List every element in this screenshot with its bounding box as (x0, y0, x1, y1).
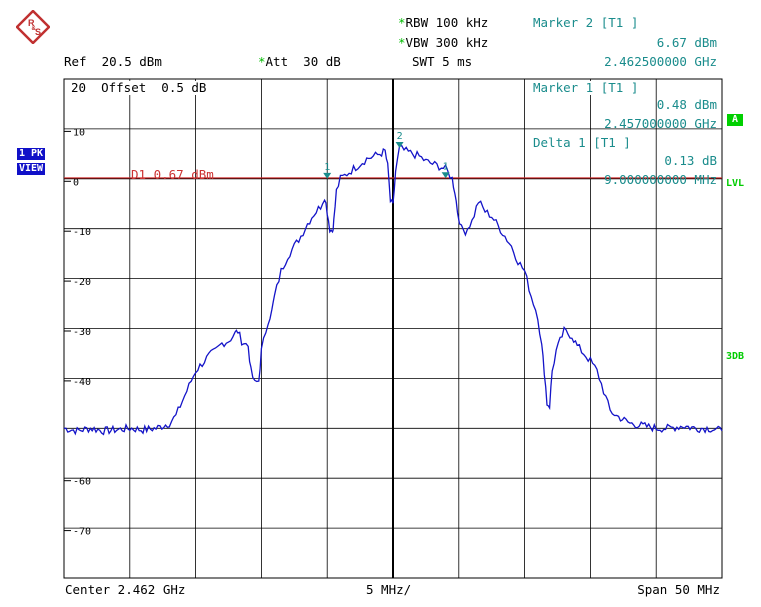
marker-number-label: 2 (397, 131, 403, 142)
y-tick-label: -70 (73, 527, 91, 538)
delta1-freq: 9.000000000 MHz (604, 172, 717, 187)
marker1-level: 0.48 dBm (656, 97, 717, 112)
center-frequency: Center 2.462 GHz (65, 582, 186, 597)
y-tick-label: 0 (73, 177, 79, 188)
y-tick-label: -20 (73, 277, 91, 288)
y-tick-label: -40 (73, 377, 91, 388)
offset-label: 20 Offset 0.5 dB (71, 80, 207, 95)
marker1-title: Marker 1 [T1 ] (533, 80, 639, 95)
delta1-level: 0.13 dB (664, 153, 717, 168)
marker1-freq: 2.457000000 GHz (604, 116, 717, 131)
frequency-per-division: 5 MHz/ (366, 582, 412, 597)
lvl-label: LVL (726, 178, 745, 189)
y-tick-label: -10 (73, 227, 91, 238)
y-tick-label: -60 (73, 477, 91, 488)
delta1-title: Delta 1 [T1 ] (533, 135, 631, 150)
span: Span 50 MHz (637, 582, 720, 597)
trace-mode-view: VIEW (17, 163, 46, 175)
y-tick-label: 10 (73, 127, 85, 138)
y-tick-label: -30 (73, 327, 91, 338)
display-line-label: D1 0.67 dBm (131, 167, 214, 182)
marker-number-label: 1 (443, 161, 449, 172)
three-db-label: 3DB (726, 351, 745, 362)
marker-number-label: 1 (324, 162, 330, 173)
trace-a-badge: A (727, 114, 744, 126)
trace-mode-pk: 1 PK (17, 148, 46, 160)
